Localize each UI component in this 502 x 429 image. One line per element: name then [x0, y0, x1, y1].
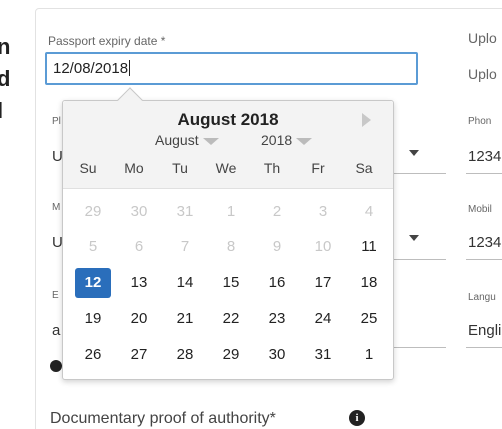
weekday-header: Fr: [311, 160, 325, 176]
upload-label: Uplo: [468, 66, 497, 82]
field-underline: [466, 259, 502, 260]
calendar-day[interactable]: 17: [305, 268, 341, 298]
passport-expiry-input[interactable]: 12/08/2018: [45, 52, 418, 85]
documentary-proof-label: Documentary proof of authority*: [50, 410, 276, 427]
calendar-day[interactable]: 6: [121, 232, 157, 262]
left-letter: n: [0, 34, 11, 59]
weekday-header: Tu: [172, 160, 188, 176]
calendar-day[interactable]: 24: [305, 304, 341, 334]
year-select-value: 2018: [261, 132, 293, 148]
calendar-day[interactable]: 4: [351, 197, 387, 227]
calendar-day[interactable]: 31: [167, 197, 203, 227]
passport-expiry-label: Passport expiry date *: [48, 34, 166, 48]
calendar-day[interactable]: 20: [121, 304, 157, 334]
calendar-day[interactable]: 9: [259, 232, 295, 262]
mobile-label: Mobil: [468, 204, 492, 215]
chevron-down-icon: [296, 137, 313, 145]
calendar-day[interactable]: 25: [351, 304, 387, 334]
calendar-day[interactable]: 29: [213, 340, 249, 370]
left-letter: d: [0, 66, 11, 91]
weekday-header: Th: [263, 160, 281, 176]
calendar-day[interactable]: 26: [75, 340, 111, 370]
calendar-day[interactable]: 3: [305, 197, 341, 227]
info-icon[interactable]: i: [349, 410, 365, 426]
field-label: Pl: [52, 116, 61, 127]
field-value: a: [52, 322, 61, 339]
calendar-month-title: August 2018: [177, 110, 279, 129]
month-select[interactable]: August: [155, 132, 219, 148]
field-underline: [394, 173, 446, 174]
chevron-down-icon: [202, 137, 219, 145]
calendar-day[interactable]: 13: [121, 268, 157, 298]
language-label: Langu: [468, 292, 496, 303]
calendar-day[interactable]: 22: [213, 304, 249, 334]
calendar-day[interactable]: 11: [351, 232, 387, 262]
calendar-day[interactable]: 2: [259, 197, 295, 227]
weekday-header: We: [215, 160, 237, 176]
calendar-day[interactable]: 15: [213, 268, 249, 298]
chevron-down-icon[interactable]: [409, 235, 419, 241]
year-select[interactable]: 2018: [261, 132, 313, 148]
field-underline: [466, 173, 502, 174]
calendar-day[interactable]: 23: [259, 304, 295, 334]
month-select-value: August: [155, 132, 199, 148]
calendar-day[interactable]: 30: [121, 197, 157, 227]
passport-expiry-value: 12/08/2018: [53, 60, 129, 77]
calendar-day[interactable]: 7: [167, 232, 203, 262]
phone-value[interactable]: 1234: [468, 148, 501, 165]
calendar-day[interactable]: 30: [259, 340, 295, 370]
text-cursor: [129, 60, 131, 76]
calendar-day[interactable]: 10: [305, 232, 341, 262]
field-label: E: [52, 290, 59, 301]
calendar-day[interactable]: 8: [213, 232, 249, 262]
calendar-day[interactable]: 28: [167, 340, 203, 370]
calendar-day[interactable]: 1: [351, 340, 387, 370]
calendar-day[interactable]: 5: [75, 232, 111, 262]
upload-label: Uplo: [468, 30, 497, 46]
left-partial-text: n d l: [0, 0, 34, 429]
calendar-day[interactable]: 21: [167, 304, 203, 334]
next-month-icon[interactable]: [362, 113, 371, 127]
calendar-day[interactable]: 16: [259, 268, 295, 298]
calendar-day[interactable]: 14: [167, 268, 203, 298]
weekday-header: Sa: [355, 160, 373, 176]
weekday-header: Su: [79, 160, 97, 176]
left-letter: l: [0, 98, 4, 123]
calendar-day[interactable]: 18: [351, 268, 387, 298]
weekday-header: Mo: [124, 160, 144, 176]
mobile-value[interactable]: 1234: [468, 234, 501, 251]
field-underline: [394, 347, 446, 348]
calendar-day[interactable]: 27: [121, 340, 157, 370]
field-underline: [466, 347, 502, 348]
date-picker-popup: August 2018 August 2018 Su Mo Tu We Th F…: [62, 87, 394, 380]
info-icon[interactable]: [50, 360, 62, 372]
field-underline: [394, 259, 446, 260]
language-value[interactable]: Engli: [468, 322, 501, 339]
calendar-day-selected[interactable]: 12: [75, 268, 111, 298]
calendar-day[interactable]: 29: [75, 197, 111, 227]
calendar-day[interactable]: 19: [75, 304, 111, 334]
calendar-day[interactable]: 31: [305, 340, 341, 370]
calendar-header: August 2018 August 2018 Su Mo Tu We Th F…: [63, 101, 393, 189]
field-label: M: [52, 202, 61, 213]
phone-label: Phon: [468, 116, 492, 127]
calendar-day[interactable]: 1: [213, 197, 249, 227]
chevron-down-icon[interactable]: [409, 150, 419, 156]
